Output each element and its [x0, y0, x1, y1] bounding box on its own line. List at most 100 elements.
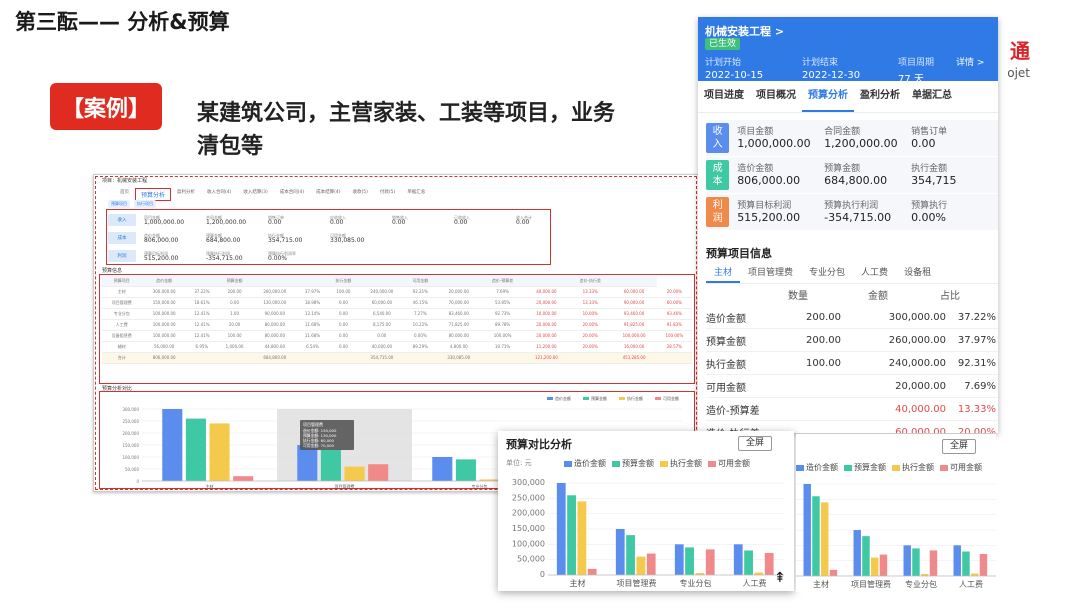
mobile-subtabs: 主材 项目管理费 专业分包 人工费 设备租 — [706, 262, 998, 284]
mobile-subtab[interactable]: 项目管理费 — [740, 262, 801, 283]
desktop-tab[interactable]: 收入合同(4) — [201, 188, 237, 201]
case-text-line2: 清包等 — [197, 134, 264, 159]
tag-char: 收 — [712, 126, 723, 137]
fullscreen-button[interactable]: 全屏 — [738, 436, 772, 451]
plan-start-value: 2022-10-15 — [705, 70, 764, 81]
table-cell: 28.57% — [656, 341, 692, 353]
table-cell: 150,000.00 — [141, 297, 187, 309]
bar — [320, 449, 341, 481]
bar — [587, 568, 597, 575]
table-header-cell: 预算项目 — [102, 276, 142, 287]
table-cell: 18.98% — [297, 297, 328, 309]
mobile-tab[interactable]: 预算分析 — [802, 81, 854, 112]
mouse-cursor-icon: ⇞ — [774, 570, 786, 586]
mobile-project-title[interactable]: 机械安装工程 > — [705, 23, 784, 39]
x-tick-label: 项目管理费 — [851, 579, 891, 589]
line-ratio: 20.00% — [957, 427, 996, 433]
desktop-subtab[interactable]: 执行项目 — [134, 200, 156, 208]
mobile-summary-label: 项目金额 — [737, 127, 774, 137]
table-cell: 人工费 — [102, 319, 142, 331]
mobile-tab[interactable]: 项目进度 — [698, 81, 750, 112]
bar — [233, 476, 254, 481]
legend-item: 可用金额 — [940, 462, 982, 473]
table-cell: 91.83% — [656, 319, 692, 331]
mobile-tab[interactable]: 单据汇总 — [906, 81, 958, 112]
table-header-cell — [252, 276, 298, 287]
table-cell: 100.00 — [216, 330, 253, 342]
y-tick-label: 200,000 — [122, 431, 139, 436]
mobile-subtab[interactable]: 设备租 — [896, 262, 939, 283]
table-cell: 6.95% — [186, 341, 217, 353]
table-cell: 11.68% — [297, 319, 328, 331]
desktop-tab[interactable]: 付款(5) — [374, 188, 401, 201]
legend-item: 造价金额 — [564, 458, 606, 469]
table-cell: 1.00 — [216, 308, 253, 320]
bar — [733, 544, 743, 575]
case-text-line1: 某建筑公司，主营家装、工装等项目，业务 — [197, 101, 616, 126]
table-cell: 92.31% — [404, 286, 437, 298]
table-cell: 6,540.00 — [359, 308, 405, 320]
x-tick-label: 主材 — [570, 578, 586, 588]
table-cell: 主材 — [102, 286, 142, 298]
case-badge: 【案例】 — [50, 83, 162, 130]
table-cell: 8,175.00 — [359, 319, 405, 331]
fullscreen-button-2[interactable]: 全屏 — [942, 439, 976, 454]
desktop-tab[interactable]: 成本合同(4) — [274, 188, 310, 201]
desktop-tab[interactable]: 成本结算(4) — [310, 188, 346, 201]
mobile-tab[interactable]: 项目概况 — [750, 81, 802, 112]
mobile-summary-value: 0.00 — [911, 137, 936, 150]
desktop-tab[interactable]: 盈利分析 — [171, 188, 201, 201]
table-cell: 4,800.00 — [436, 341, 482, 353]
desktop-summary: 收入 项目金额 1,000,000.00 合同金额 1,200,000.00 销售订单 0.… — [108, 213, 538, 264]
bar — [912, 548, 920, 576]
table-cell: 89.78% — [481, 319, 524, 331]
x-tick-label: 专业分包 — [472, 483, 488, 489]
detail-link[interactable]: 详情 > — [956, 55, 984, 68]
x-tick-label: 专业分包 — [680, 578, 712, 588]
mobile-summary-cell: 预算执行利润 -354,715.00 — [824, 201, 911, 223]
bar — [297, 445, 318, 481]
desktop-subtab[interactable]: 预算项目 — [108, 200, 130, 208]
tag-char: 入 — [712, 139, 723, 150]
table-row: 辅材 56,000.00 6.95% 1,000.00 44,800.00 6.54% 0.… — [102, 341, 692, 353]
unit-label: 单位: 元 — [506, 459, 532, 467]
table-cell: 93,460.00 — [611, 308, 657, 320]
bar — [879, 554, 888, 576]
summary-cell: 可用金额 330,085.00 — [330, 233, 392, 244]
table-cell: 60,000.00 — [359, 297, 405, 309]
line-name: 可用金额 — [706, 383, 746, 394]
table-cell: 100,000.00 — [141, 308, 187, 320]
card-title: 预算对比分析 — [506, 438, 572, 451]
desktop-tab[interactable]: 收款(5) — [347, 188, 374, 201]
legend-swatch — [583, 397, 589, 400]
legend-item: 可用金额 — [708, 458, 750, 469]
line-amount: 20,000.00 — [895, 381, 946, 392]
y-tick-label: 50,000 — [517, 555, 545, 564]
table-row: 主材 300,000.00 37.22% 200.00 260,000.00 37.97%… — [102, 286, 692, 298]
mobile-summary-cell: 项目金额 1,000,000.00 — [737, 127, 824, 149]
summary-cell: 预算执行利润 -354,715.00 — [206, 251, 268, 262]
table-row: 项目管理费 150,000.00 18.61% 0.00 130,000.00 18.98… — [102, 297, 692, 309]
mobile-table-header: 数量 金额 占比 — [698, 287, 998, 305]
table-cell: 10.71% — [481, 341, 524, 353]
legend-label: 执行金额 — [627, 395, 643, 401]
x-tick-label: 专业分包 — [905, 579, 937, 589]
line-amount: 60,000.00 — [895, 427, 946, 433]
desktop-tab[interactable]: 单据汇总 — [401, 188, 431, 201]
line-amount: 260,000.00 — [888, 335, 946, 346]
table-cell: 0.00 — [327, 308, 360, 320]
y-tick-label: 0 — [540, 570, 545, 579]
mobile-subtab[interactable]: 专业分包 — [801, 262, 853, 283]
mobile-subtab[interactable]: 主材 — [706, 262, 741, 283]
table-cell: 13.33% — [569, 286, 612, 298]
desktop-tab[interactable]: 收入结算(3) — [237, 188, 273, 201]
table-header-cell — [523, 276, 570, 287]
bar — [185, 418, 206, 481]
mobile-tab[interactable]: 盈利分析 — [854, 81, 906, 112]
tag-char: 成 — [712, 163, 723, 174]
table-row: 合计 806,000.00 684,800.00 354,715.00 330,085.… — [102, 352, 692, 364]
table-cell: 56,000.00 — [141, 341, 187, 353]
table-cell: 7.27% — [404, 308, 437, 320]
table-cell: 80,000.00 — [436, 330, 482, 342]
mobile-subtab[interactable]: 人工费 — [853, 262, 896, 283]
